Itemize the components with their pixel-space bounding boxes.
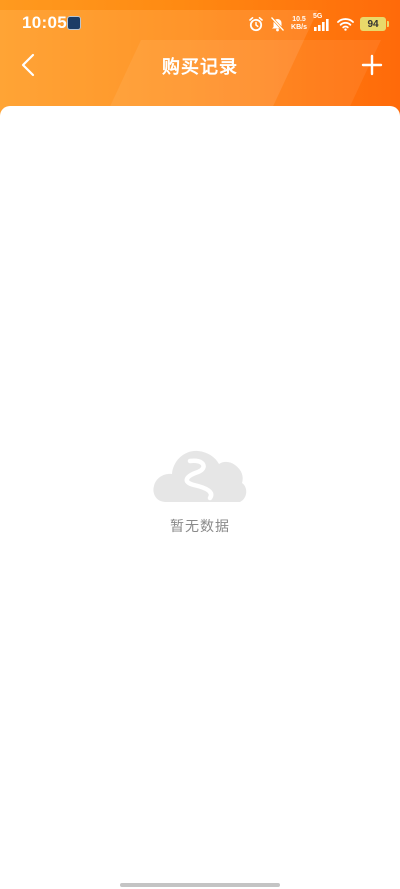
empty-state-text: 暂无数据 <box>170 519 230 535</box>
empty-cloud-icon <box>153 450 247 502</box>
signal-icon: 5G <box>313 13 331 32</box>
network-speed-value: 10.5 <box>292 16 306 23</box>
nav-bar: 购买记录 <box>0 44 400 86</box>
network-speed: 10.5 KB/s <box>291 16 307 32</box>
network-speed-unit: KB/s <box>291 24 307 31</box>
battery-icon: 94 <box>360 17 389 31</box>
battery-level: 94 <box>367 18 379 30</box>
status-icons: 10.5 KB/s 5G 94 <box>248 13 389 34</box>
app-notification-icon <box>67 16 81 30</box>
alarm-icon <box>249 17 263 32</box>
mute-icon <box>270 16 285 32</box>
home-indicator[interactable] <box>120 883 280 887</box>
wifi-icon <box>337 18 354 31</box>
page-title: 购买记录 <box>162 57 238 78</box>
status-time: 10:05 <box>22 13 67 32</box>
status-bar: 10:05 10.5 KB/s 5G 94 <box>0 0 400 48</box>
plus-icon <box>361 54 383 76</box>
add-button[interactable] <box>356 49 388 81</box>
content-panel: 暂无数据 <box>0 106 400 889</box>
empty-state: 暂无数据 <box>0 446 400 536</box>
